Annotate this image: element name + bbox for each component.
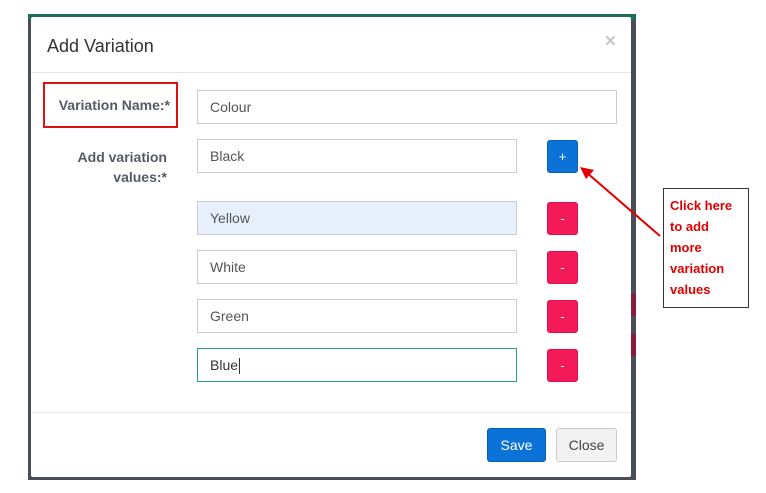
- remove-value-button[interactable]: -: [547, 251, 578, 284]
- add-variation-modal: Add Variation × Variation Name:* Colour …: [31, 17, 631, 477]
- variation-value-input[interactable]: White: [197, 250, 517, 284]
- variation-value-input[interactable]: Blue: [197, 348, 517, 382]
- annotation-callout: Click here to add more variation values: [663, 188, 749, 308]
- close-button[interactable]: Close: [556, 428, 617, 462]
- save-button[interactable]: Save: [487, 428, 546, 462]
- remove-value-button[interactable]: -: [547, 202, 578, 235]
- variation-value-input[interactable]: Yellow: [197, 201, 517, 235]
- variation-value-input[interactable]: Black: [197, 139, 517, 173]
- close-icon[interactable]: ×: [605, 32, 616, 51]
- variation-values-label: Add variation values:*: [77, 149, 167, 185]
- modal-header: Add Variation ×: [31, 17, 631, 73]
- variation-name-input[interactable]: Colour: [197, 90, 617, 124]
- modal-title: Add Variation: [47, 36, 154, 56]
- variation-name-label: Variation Name:*: [43, 82, 178, 128]
- add-value-button[interactable]: +: [547, 140, 578, 173]
- modal-footer: Save Close: [31, 412, 631, 477]
- remove-value-button[interactable]: -: [547, 349, 578, 382]
- remove-value-button[interactable]: -: [547, 300, 578, 333]
- variation-value-input[interactable]: Green: [197, 299, 517, 333]
